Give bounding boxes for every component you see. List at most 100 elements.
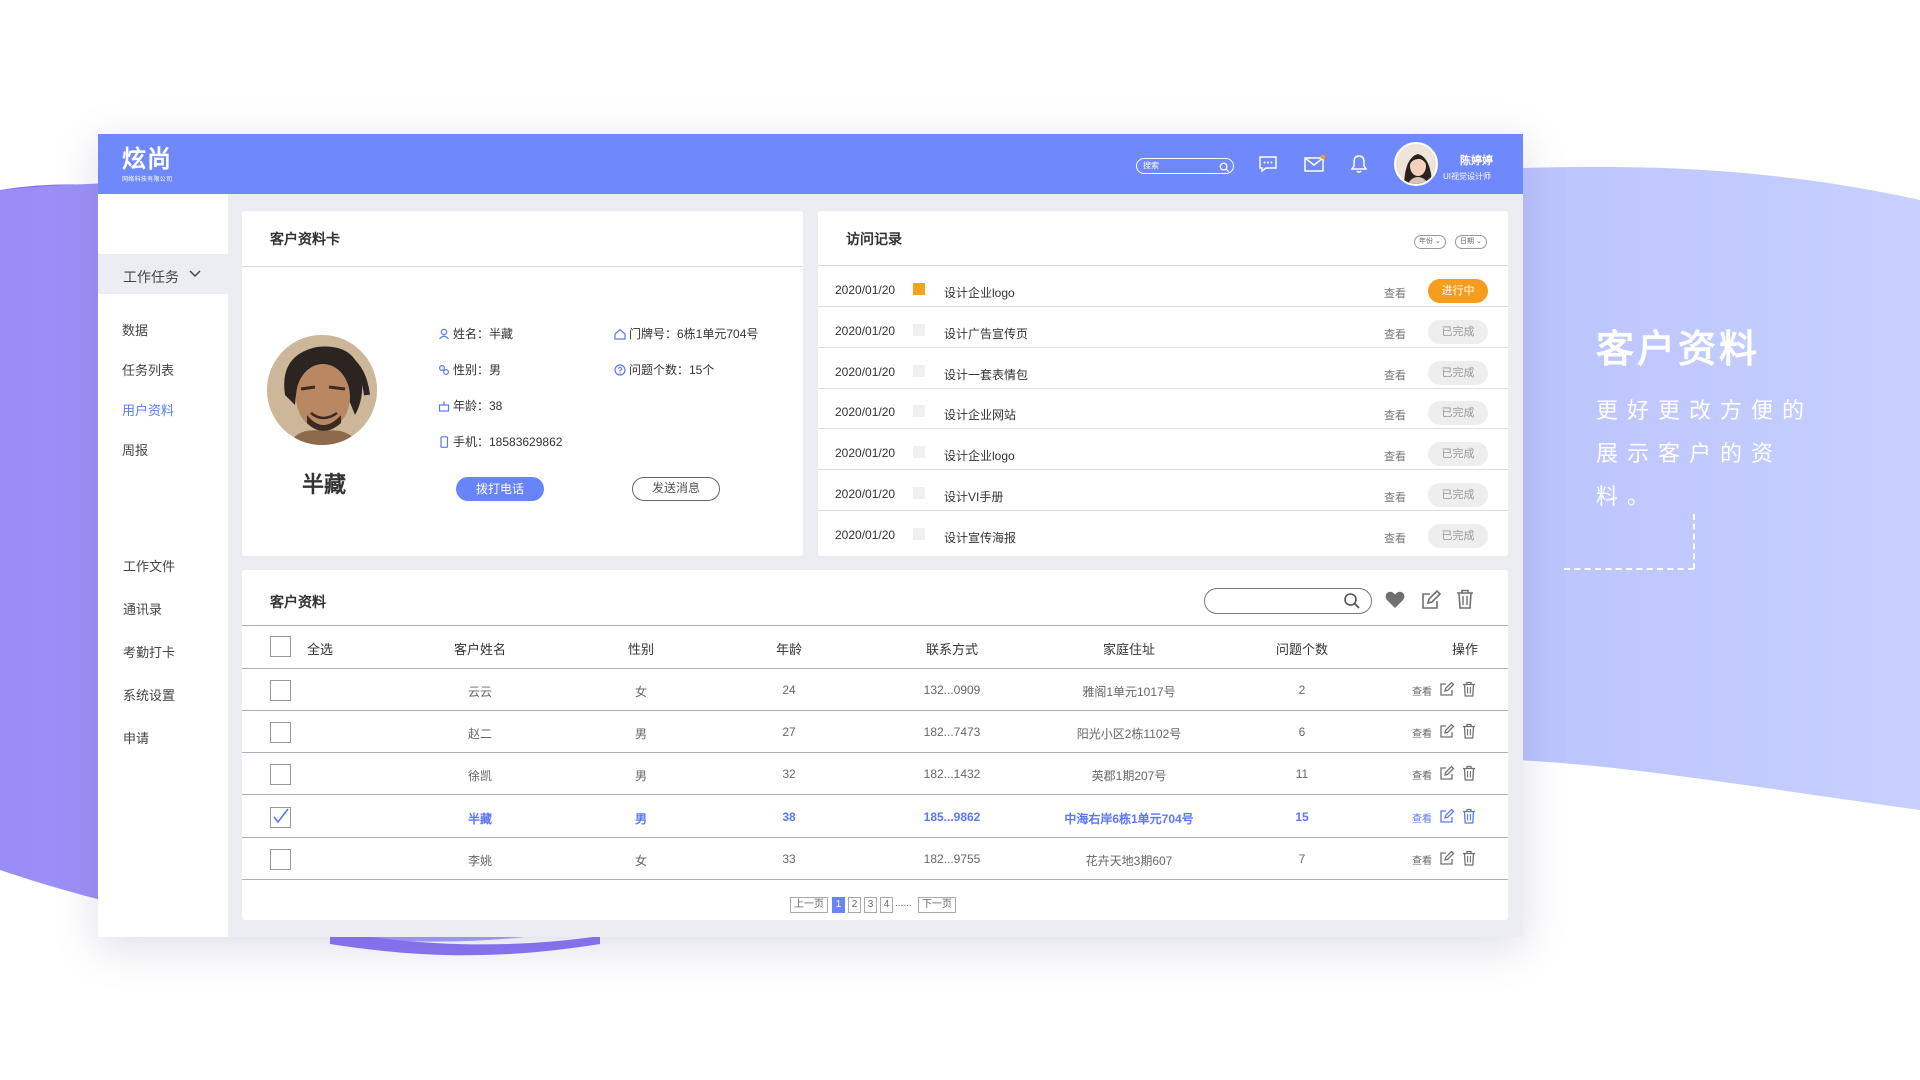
row-view-link[interactable]: 查看 xyxy=(1412,767,1432,782)
sidebar: 工作任务 数据 任务列表 用户资料 周报 工作文件 通讯录 考勤打卡 系统设置 … xyxy=(98,194,228,937)
customer-name: 半藏 xyxy=(302,472,347,497)
view-link[interactable]: 查看 xyxy=(1384,367,1406,383)
table-row[interactable]: 李姚 女 33 182...9755 花卉天地3期607 7 查看 xyxy=(242,838,1508,880)
divider xyxy=(242,266,803,267)
column-select-all[interactable]: 全选 xyxy=(307,639,333,658)
bell-icon[interactable] xyxy=(1350,154,1368,179)
send-message-button[interactable]: 发送消息 xyxy=(632,477,720,501)
sidebar-item-contacts[interactable]: 通讯录 xyxy=(123,599,162,618)
trash-icon[interactable] xyxy=(1462,765,1476,786)
pager-prev-button[interactable]: 上一页 xyxy=(790,897,828,913)
cell-contact: 182...1432 xyxy=(923,767,981,782)
priority-marker xyxy=(913,283,925,295)
edit-icon[interactable] xyxy=(1439,765,1455,786)
user-name: 陈婷婷 xyxy=(1460,155,1493,167)
sidebar-item-user-profile[interactable]: 用户资料 xyxy=(122,400,174,419)
trash-icon[interactable] xyxy=(1462,681,1476,702)
row-checkbox[interactable] xyxy=(270,680,291,701)
sidebar-item-weekly-report[interactable]: 周报 xyxy=(122,440,148,459)
promo-dash-horizontal xyxy=(1564,568,1694,570)
row-checkbox[interactable] xyxy=(270,764,291,786)
column-contact: 联系方式 xyxy=(925,642,979,657)
year-filter-label: 年份 xyxy=(1419,238,1433,245)
cell-customer-name: 徐凯 xyxy=(467,769,493,784)
promo-block: 客户资料 更好更改方便的 展示客户的资 料。 xyxy=(1596,318,1816,518)
sidebar-item-task-list[interactable]: 任务列表 xyxy=(122,360,174,379)
trash-icon[interactable] xyxy=(1462,723,1476,744)
row-checkbox[interactable] xyxy=(270,806,291,828)
sidebar-item-work-files[interactable]: 工作文件 xyxy=(123,556,175,575)
sidebar-item-attendance[interactable]: 考勤打卡 xyxy=(123,642,175,661)
column-age: 年龄 xyxy=(775,642,803,657)
row-checkbox[interactable] xyxy=(270,722,291,744)
search-icon[interactable] xyxy=(1219,160,1230,178)
priority-marker xyxy=(913,487,925,499)
sidebar-item-apply[interactable]: 申请 xyxy=(123,728,149,747)
visit-task: 设计广告宣传页 xyxy=(944,326,1029,341)
info-door-text: 门牌号：6栋1单元704号 xyxy=(629,327,759,341)
row-view-link[interactable]: 查看 xyxy=(1412,810,1432,825)
pager-next-button[interactable]: 下一页 xyxy=(918,897,956,913)
edit-icon[interactable] xyxy=(1439,808,1455,829)
promo-dash-vertical xyxy=(1693,514,1695,569)
pager-page-1[interactable]: 1 xyxy=(832,897,845,913)
view-link[interactable]: 查看 xyxy=(1384,448,1406,464)
year-filter-select[interactable]: 年份 ⌄ xyxy=(1414,235,1446,249)
heart-icon[interactable] xyxy=(1384,590,1406,615)
priority-marker xyxy=(913,446,925,459)
status-badge: 已完成 xyxy=(1428,319,1488,344)
table-row[interactable]: 云云 女 24 132...0909 雅阁1单元1017号 2 查看 xyxy=(242,669,1508,711)
call-button[interactable]: 拨打电话 xyxy=(456,477,544,501)
status-badge: 已完成 xyxy=(1428,401,1488,426)
trash-icon[interactable] xyxy=(1454,588,1476,615)
view-link[interactable]: 查看 xyxy=(1384,407,1406,423)
cake-icon xyxy=(438,401,450,412)
edit-icon[interactable] xyxy=(1439,850,1455,871)
pager-page-2[interactable]: 2 xyxy=(848,897,861,913)
select-all-checkbox[interactable] xyxy=(270,636,291,657)
search-icon[interactable] xyxy=(1343,592,1361,610)
edit-icon[interactable] xyxy=(1439,681,1455,702)
user-avatar[interactable] xyxy=(1394,142,1438,186)
visit-date: 2020/01/20 xyxy=(835,364,896,379)
table-search-input[interactable] xyxy=(1204,588,1372,614)
info-name: 姓名：半藏 xyxy=(438,325,513,342)
view-link[interactable]: 查看 xyxy=(1384,489,1406,505)
visit-task: 设计VI手册 xyxy=(944,490,1004,504)
trash-icon[interactable] xyxy=(1462,808,1476,829)
logo-main-text: 炫尚 xyxy=(122,146,172,173)
pager-page-4[interactable]: 4 xyxy=(880,897,893,913)
table-row[interactable]: 半藏 男 38 185...9862 中海右岸6栋1单元704号 15 查看 xyxy=(242,796,1508,838)
column-actions: 操作 xyxy=(1451,642,1479,657)
customer-avatar xyxy=(267,335,377,445)
table-row[interactable]: 赵二 男 27 182...7473 阳光小区2栋1102号 6 查看 xyxy=(242,711,1508,754)
trash-icon[interactable] xyxy=(1462,850,1476,871)
sidebar-section-work-tasks[interactable]: 工作任务 xyxy=(98,254,228,294)
view-link[interactable]: 查看 xyxy=(1384,326,1406,342)
row-view-link[interactable]: 查看 xyxy=(1412,852,1432,867)
sidebar-item-settings[interactable]: 系统设置 xyxy=(123,685,175,704)
edit-icon[interactable] xyxy=(1420,589,1442,616)
table-row[interactable]: 徐凯 男 32 182...1432 英郡1期207号 11 查看 xyxy=(242,753,1508,796)
view-link[interactable]: 查看 xyxy=(1384,530,1406,546)
row-view-link[interactable]: 查看 xyxy=(1412,683,1432,698)
row-checkbox[interactable] xyxy=(270,848,291,870)
info-gender-text: 性别：男 xyxy=(453,363,502,377)
cell-address: 花卉天地3期607 xyxy=(1085,853,1173,868)
visit-task: 设计宣传海报 xyxy=(944,530,1017,545)
message-icon[interactable] xyxy=(1258,154,1278,179)
top-search-input[interactable] xyxy=(1143,159,1213,172)
cell-gender: 男 xyxy=(634,769,648,784)
row-view-link[interactable]: 查看 xyxy=(1412,725,1432,740)
app-window: 炫尚 网络科技有限公司 陈婷婷 UI视觉设计师 xyxy=(98,134,1523,937)
cell-gender: 男 xyxy=(634,811,648,826)
status-badge: 已完成 xyxy=(1428,523,1488,548)
mail-icon[interactable] xyxy=(1304,154,1326,179)
sidebar-item-data[interactable]: 数据 xyxy=(122,320,148,339)
edit-icon[interactable] xyxy=(1439,723,1455,744)
logo[interactable]: 炫尚 网络科技有限公司 xyxy=(122,146,172,184)
profile-card: 客户资料卡 半藏 姓名：半藏 性别：男 年龄：38 手机：18583629862… xyxy=(242,211,803,556)
date-filter-select[interactable]: 日期 ⌄ xyxy=(1455,235,1487,249)
view-link[interactable]: 查看 xyxy=(1384,285,1406,301)
pager-page-3[interactable]: 3 xyxy=(864,897,877,913)
